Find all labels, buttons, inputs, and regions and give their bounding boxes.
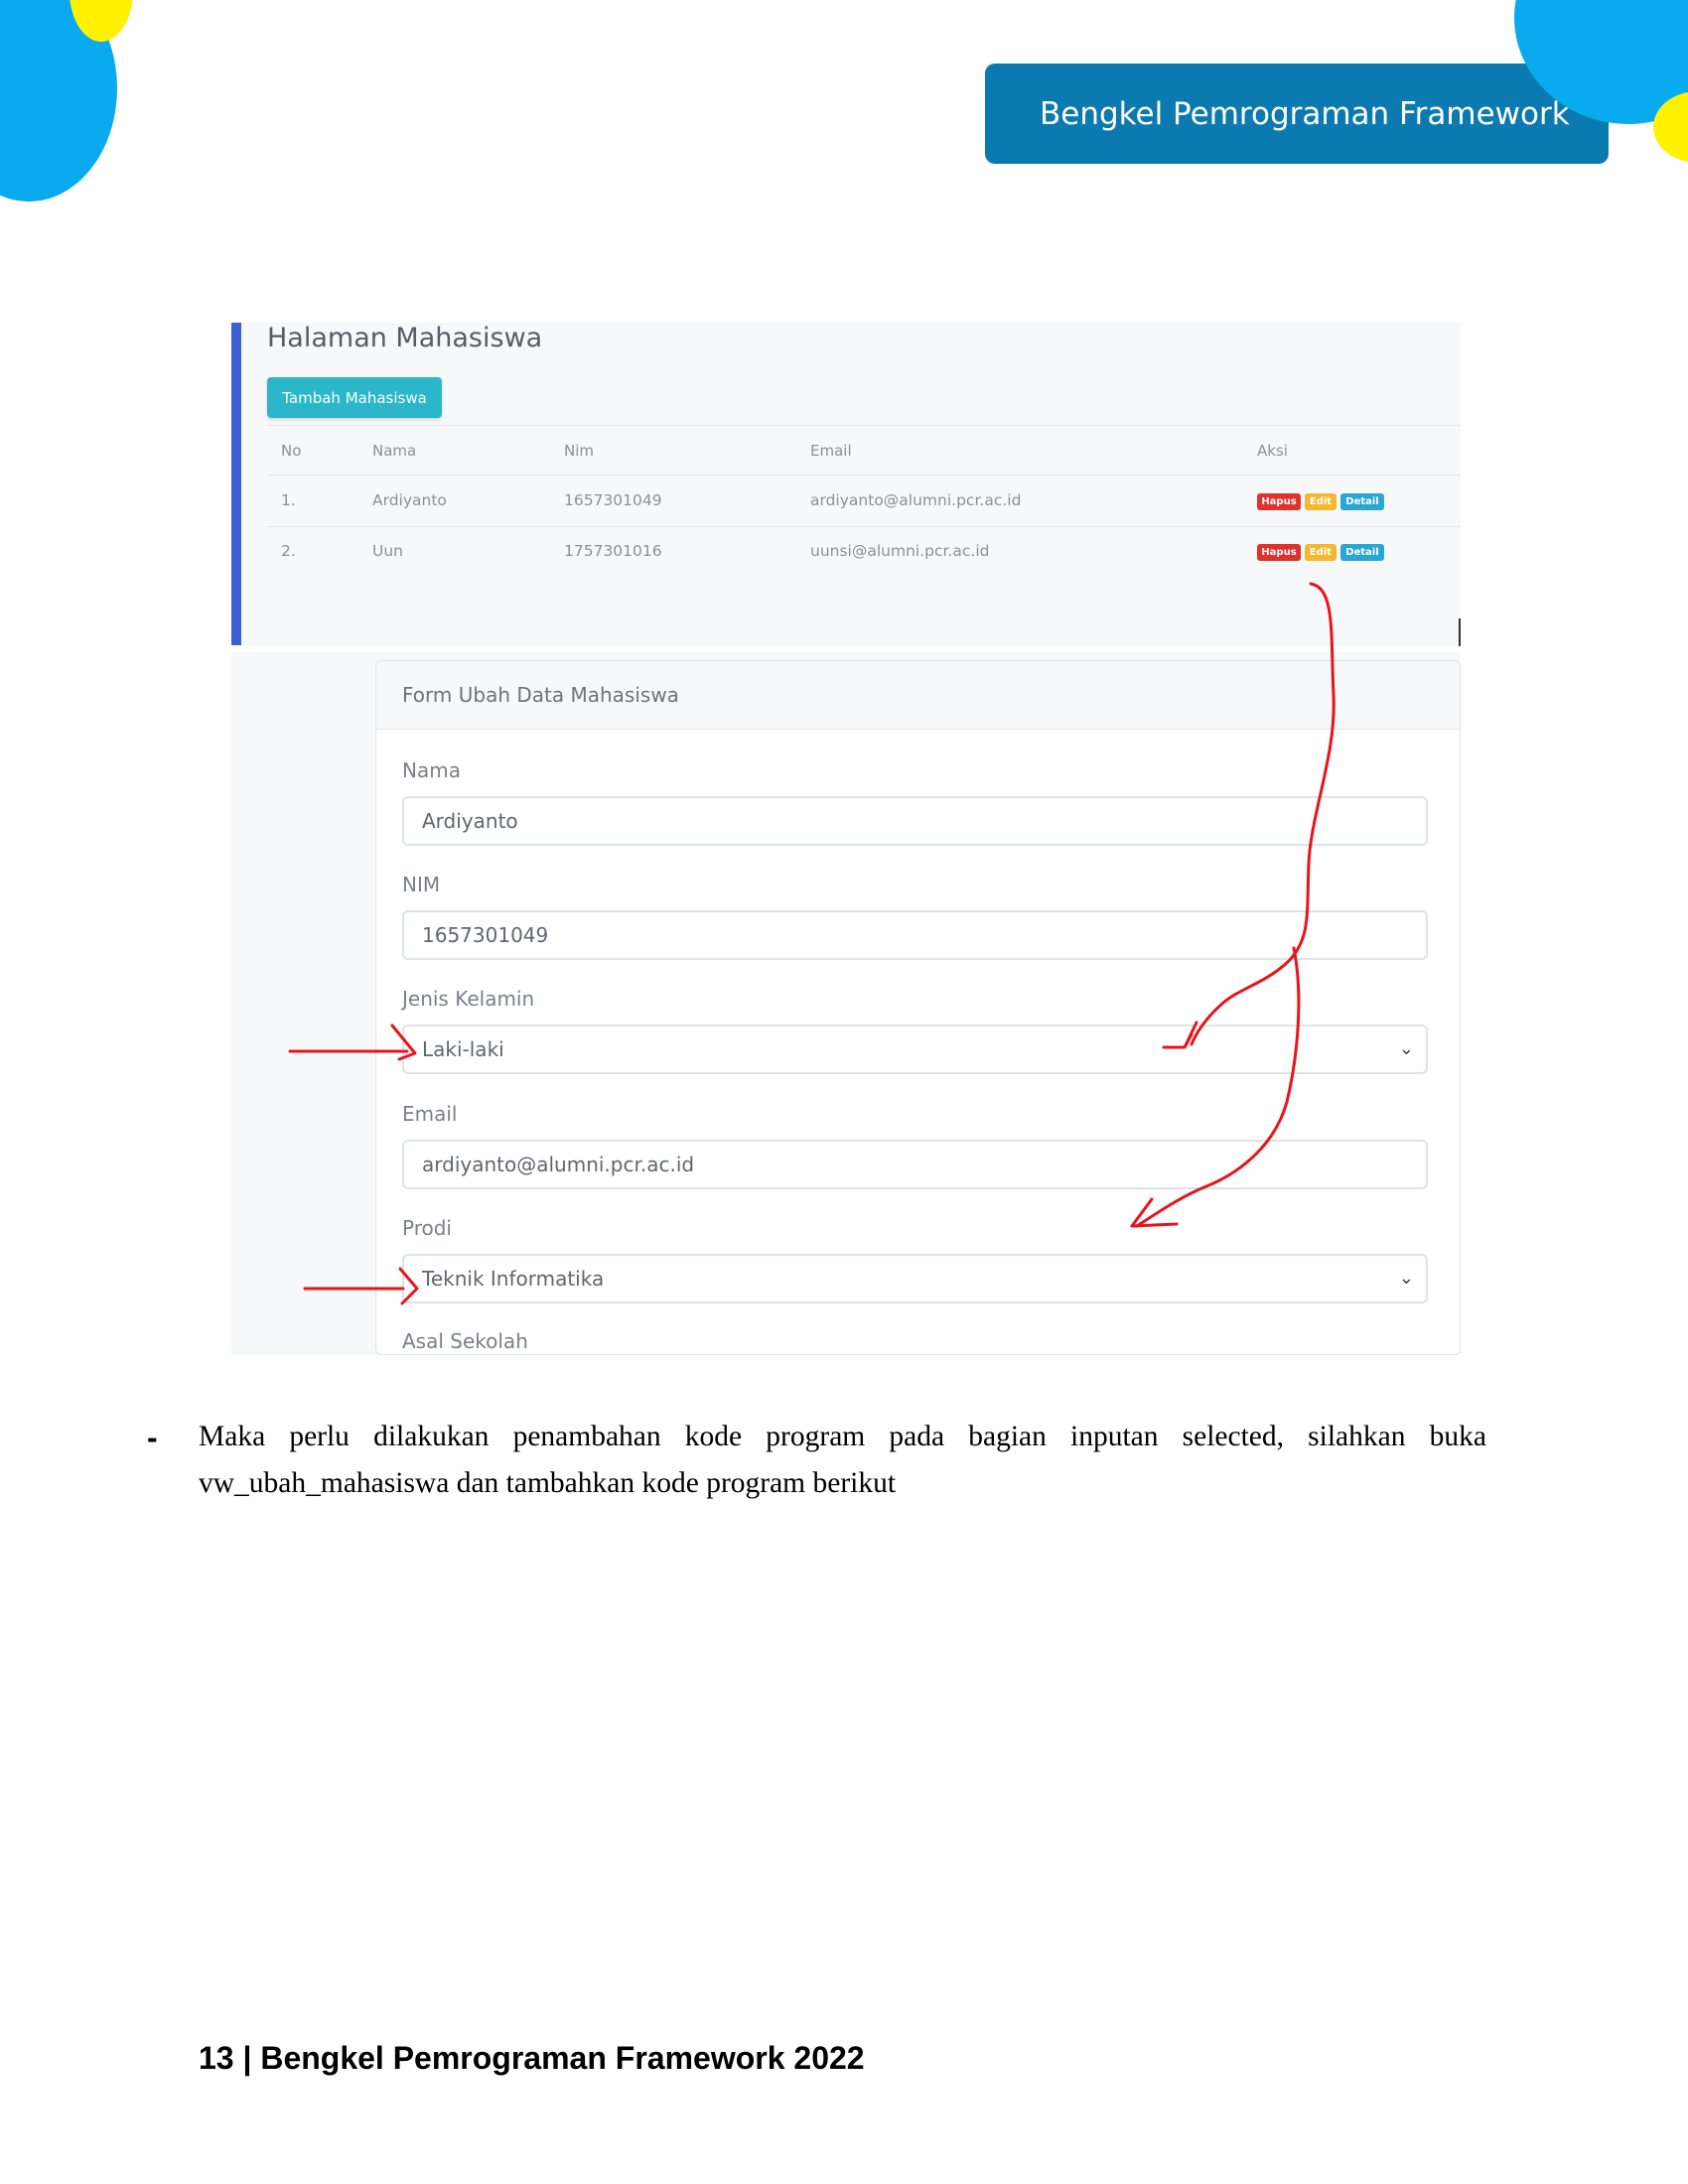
form-title: Form Ubah Data Mahasiswa: [402, 683, 679, 707]
page-title: Halaman Mahasiswa: [267, 323, 543, 353]
nama-label: Nama: [402, 758, 461, 782]
table-divider: [267, 425, 1461, 426]
page-footer: 13 | Bengkel Pemrograman Framework 2022: [199, 2040, 865, 2076]
prodi-select[interactable]: Teknik Informatika ⌄: [402, 1254, 1428, 1303]
prodi-label: Prodi: [402, 1216, 452, 1240]
jenis-kelamin-label: Jenis Kelamin: [402, 987, 535, 1011]
header-banner: Bengkel Pemrograman Framework: [985, 64, 1609, 164]
column-header-email: Email: [810, 442, 852, 460]
prodi-value: Teknik Informatika: [422, 1267, 605, 1291]
row-email: ardiyanto@alumni.pcr.ac.id: [810, 491, 1022, 509]
column-header-nama: Nama: [372, 442, 417, 460]
body-paragraph: Maka perlu dilakukan penambahan kode pro…: [199, 1421, 1486, 1499]
student-list-panel: Halaman Mahasiswa Tambah Mahasiswa No Na…: [231, 323, 1461, 646]
form-header: Form Ubah Data Mahasiswa: [376, 661, 1460, 730]
detail-button[interactable]: Detail: [1340, 493, 1384, 510]
row-email: uunsi@alumni.pcr.ac.id: [810, 542, 990, 560]
edit-student-form: Form Ubah Data Mahasiswa Nama Ardiyanto …: [375, 660, 1461, 1355]
delete-button[interactable]: Hapus: [1257, 544, 1301, 561]
edit-button[interactable]: Edit: [1305, 544, 1336, 561]
edit-button[interactable]: Edit: [1305, 493, 1336, 510]
column-header-no: No: [281, 442, 302, 460]
header-banner-title: Bengkel Pemrograman Framework: [1040, 95, 1570, 132]
table-divider: [267, 526, 1461, 527]
nim-label: NIM: [402, 873, 441, 896]
column-header-nim: Nim: [564, 442, 594, 460]
row-no: 2.: [281, 542, 296, 560]
email-value: ardiyanto@alumni.pcr.ac.id: [422, 1153, 695, 1176]
asal-sekolah-label: Asal Sekolah: [402, 1329, 528, 1353]
chevron-down-icon: ⌄: [1398, 1268, 1414, 1289]
delete-button[interactable]: Hapus: [1257, 493, 1301, 510]
nim-field[interactable]: 1657301049: [402, 910, 1428, 960]
text-cursor: [1459, 618, 1461, 646]
bullet-marker: -: [147, 1420, 158, 1455]
embedded-screenshot: Halaman Mahasiswa Tambah Mahasiswa No Na…: [231, 323, 1461, 1355]
row-nim: 1657301049: [564, 491, 662, 509]
row-no: 1.: [281, 491, 296, 509]
detail-button[interactable]: Detail: [1340, 544, 1384, 561]
nim-value: 1657301049: [422, 923, 549, 947]
table-divider: [267, 475, 1461, 476]
chevron-down-icon: ⌄: [1398, 1038, 1414, 1059]
row-nama: Ardiyanto: [372, 491, 447, 509]
email-field[interactable]: ardiyanto@alumni.pcr.ac.id: [402, 1140, 1428, 1189]
panel-accent-bar: [231, 323, 241, 645]
jenis-kelamin-select[interactable]: Laki-laki ⌄: [402, 1024, 1428, 1074]
row-nama: Uun: [372, 542, 403, 560]
email-label: Email: [402, 1102, 458, 1126]
add-student-button[interactable]: Tambah Mahasiswa: [267, 377, 442, 418]
nama-value: Ardiyanto: [422, 809, 518, 833]
jenis-kelamin-value: Laki-laki: [422, 1037, 504, 1061]
column-header-aksi: Aksi: [1257, 442, 1288, 460]
row-nim: 1757301016: [564, 542, 662, 560]
nama-field[interactable]: Ardiyanto: [402, 796, 1428, 846]
